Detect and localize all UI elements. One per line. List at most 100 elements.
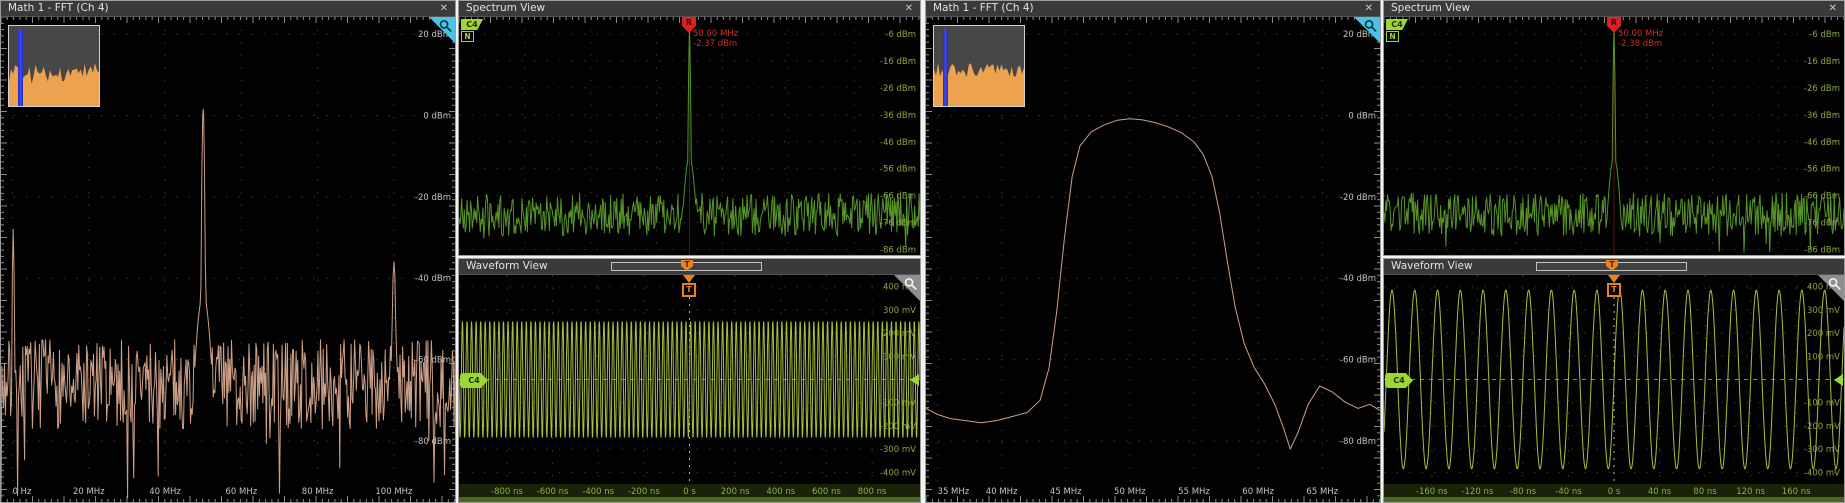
- svg-text:-20 dBm: -20 dBm: [415, 193, 451, 203]
- fft-preview-thumbnail[interactable]: [8, 25, 100, 107]
- fft-window-titlebar[interactable]: Math 1 - FFT (Ch 4) ✕: [1, 1, 455, 17]
- svg-text:-86 dBm: -86 dBm: [880, 246, 916, 255]
- svg-text:-400 mV: -400 mV: [880, 468, 916, 478]
- svg-text:-300 mV: -300 mV: [880, 445, 916, 455]
- oscilloscope-screen: Math 1 - FFT (Ch 4) ✕ 20 dBm0 dBm-20 dBm…: [0, 0, 1845, 503]
- svg-text:40 MHz: 40 MHz: [149, 487, 181, 497]
- trace-mode-badge[interactable]: N: [1386, 31, 1399, 42]
- svg-text:200 mV: 200 mV: [883, 329, 916, 339]
- svg-text:-16 dBm: -16 dBm: [1804, 57, 1840, 67]
- close-icon[interactable]: ✕: [440, 1, 448, 16]
- fft-window-titlebar[interactable]: Math 1 - FFT (Ch 4) ✕: [926, 1, 1380, 17]
- svg-text:-100 mV: -100 mV: [880, 399, 916, 409]
- svg-text:-76 dBm: -76 dBm: [880, 219, 916, 229]
- svg-text:-120 ns: -120 ns: [1461, 487, 1493, 497]
- svg-text:-600 ns: -600 ns: [537, 487, 569, 497]
- svg-text:-40 dBm: -40 dBm: [415, 274, 451, 284]
- svg-text:-40 dBm: -40 dBm: [1340, 274, 1376, 284]
- svg-text:-60 dBm: -60 dBm: [415, 356, 451, 366]
- waveform-window-titlebar[interactable]: Waveform View T: [1384, 259, 1844, 275]
- svg-text:0 dBm: 0 dBm: [423, 111, 451, 121]
- svg-text:40 ns: 40 ns: [1648, 487, 1672, 497]
- trigger-arrow-icon[interactable]: [683, 275, 695, 283]
- waveform-chart: 400 mV300 mV200 mV100 mV-100 mV-200 mV-3…: [1384, 275, 1844, 502]
- spectrum-chart: -6 dBm -16 dBm -26 dBm -36 dBm -46 dBm -56 dB…: [1384, 17, 1844, 255]
- spectrum-window-titlebar[interactable]: Spectrum View ✕: [1384, 1, 1844, 17]
- fft-window: Math 1 - FFT (Ch 4) ✕ 20 dBm0 dBm-20 dBm…: [0, 0, 456, 503]
- svg-text:-26 dBm: -26 dBm: [1804, 84, 1840, 94]
- svg-text:800 ns: 800 ns: [858, 487, 887, 497]
- svg-text:50 MHz: 50 MHz: [1114, 487, 1146, 497]
- svg-text:0 dBm: 0 dBm: [1348, 111, 1376, 121]
- spectrum-window-titlebar[interactable]: Spectrum View ✕: [459, 1, 920, 17]
- svg-text:80 ns: 80 ns: [1693, 487, 1717, 497]
- waveform-plot-area: 400 mV300 mV200 mV100 mV-100 mV-200 mV-3…: [1384, 275, 1844, 502]
- svg-text:-200 mV: -200 mV: [880, 422, 916, 432]
- svg-text:-20 dBm: -20 dBm: [1340, 193, 1376, 203]
- svg-text:-36 dBm: -36 dBm: [880, 111, 916, 121]
- svg-text:200 ns: 200 ns: [721, 487, 750, 497]
- fft-plot-area: 20 dBm0 dBm-20 dBm-40 dBm-60 dBm-80 dBm0…: [1, 17, 455, 502]
- svg-text:-56 dBm: -56 dBm: [880, 165, 916, 175]
- close-icon[interactable]: ✕: [1365, 1, 1373, 16]
- fft-plot-area: 20 dBm0 dBm-20 dBm-40 dBm-60 dBm-80 dBm3…: [926, 17, 1380, 502]
- trace-mode-badge[interactable]: N: [461, 31, 474, 42]
- svg-text:-46 dBm: -46 dBm: [1804, 138, 1840, 148]
- trigger-arrow-icon[interactable]: [1608, 275, 1620, 283]
- svg-text:80 MHz: 80 MHz: [302, 487, 334, 497]
- trigger-badge[interactable]: T: [1607, 283, 1621, 297]
- svg-text:-400 mV: -400 mV: [1804, 468, 1840, 478]
- svg-text:-160 ns: -160 ns: [1416, 487, 1448, 497]
- svg-text:400 ns: 400 ns: [766, 487, 795, 497]
- fft-preview-image: [934, 26, 1024, 106]
- svg-text:0 Hz: 0 Hz: [12, 487, 32, 497]
- svg-text:60 MHz: 60 MHz: [1242, 487, 1274, 497]
- waveform-plot-area: 400 mV300 mV200 mV100 mV-100 mV-200 mV-3…: [459, 275, 920, 502]
- trigger-badge[interactable]: T: [682, 283, 696, 297]
- svg-text:-6 dBm: -6 dBm: [1809, 30, 1840, 40]
- marker-amplitude: -2.38 dBm: [1618, 39, 1663, 49]
- svg-text:-86 dBm: -86 dBm: [1804, 246, 1840, 255]
- fft-preview-thumbnail[interactable]: [933, 25, 1025, 107]
- svg-text:-66 dBm: -66 dBm: [880, 192, 916, 202]
- spectrum-window: Spectrum View ✕ -6 dBm-16 dBm-26 dBm-36 …: [458, 0, 921, 256]
- svg-text:160 ns: 160 ns: [1782, 487, 1811, 497]
- spectrum-chart: -6 dBm-16 dBm-26 dBm-36 dBm-46 dBm-56 dB…: [459, 17, 920, 255]
- spectrum-window-title: Spectrum View: [1391, 2, 1470, 14]
- ground-level-arrow-icon[interactable]: [1834, 374, 1843, 386]
- svg-text:-200 ns: -200 ns: [628, 487, 660, 497]
- waveform-window-titlebar[interactable]: Waveform View T: [459, 259, 920, 275]
- svg-text:60 MHz: 60 MHz: [225, 487, 257, 497]
- svg-text:100 mV: 100 mV: [883, 352, 916, 362]
- svg-text:-36 dBm: -36 dBm: [1804, 111, 1840, 121]
- svg-text:-40 ns: -40 ns: [1555, 487, 1582, 497]
- close-icon[interactable]: ✕: [1829, 1, 1837, 16]
- svg-text:-80 dBm: -80 dBm: [415, 437, 451, 447]
- svg-text:40 MHz: 40 MHz: [986, 487, 1018, 497]
- svg-text:100 mV: 100 mV: [1807, 352, 1840, 362]
- waveform-chart: 400 mV300 mV200 mV100 mV-100 mV-200 mV-3…: [459, 275, 920, 502]
- waveform-window-title: Waveform View: [466, 260, 548, 272]
- svg-text:0 s: 0 s: [683, 487, 696, 497]
- svg-text:200 mV: 200 mV: [1807, 329, 1840, 339]
- marker-frequency: 50.00 MHz: [1618, 29, 1663, 39]
- svg-text:-200 mV: -200 mV: [1804, 422, 1840, 432]
- marker-amplitude: -2.37 dBm: [693, 39, 738, 49]
- svg-text:45 MHz: 45 MHz: [1050, 487, 1082, 497]
- marker-readout: 50.00 MHz -2.37 dBm: [693, 29, 738, 49]
- svg-text:100 MHz: 100 MHz: [375, 487, 413, 497]
- ground-level-arrow-icon[interactable]: [910, 374, 919, 386]
- fft-preview-image: [9, 26, 99, 106]
- svg-text:20 MHz: 20 MHz: [73, 487, 105, 497]
- svg-text:-56 dBm: -56 dBm: [1804, 165, 1840, 175]
- waveform-window: Waveform View T 400 mV300 mV200 mV100 mV…: [458, 258, 921, 503]
- spectrum-window: Spectrum View ✕ -6 dBm -16 dBm -26 dBm -36 …: [1383, 0, 1845, 256]
- svg-text:-26 dBm: -26 dBm: [880, 84, 916, 94]
- svg-text:-80 dBm: -80 dBm: [1340, 437, 1376, 447]
- fft-window-title: Math 1 - FFT (Ch 4): [8, 2, 109, 14]
- svg-text:120 ns: 120 ns: [1736, 487, 1765, 497]
- spectrum-plot-area: -6 dBm -16 dBm -26 dBm -36 dBm -46 dBm -56 dB…: [1384, 17, 1844, 255]
- svg-text:65 MHz: 65 MHz: [1306, 487, 1338, 497]
- svg-text:-46 dBm: -46 dBm: [880, 138, 916, 148]
- close-icon[interactable]: ✕: [905, 1, 913, 16]
